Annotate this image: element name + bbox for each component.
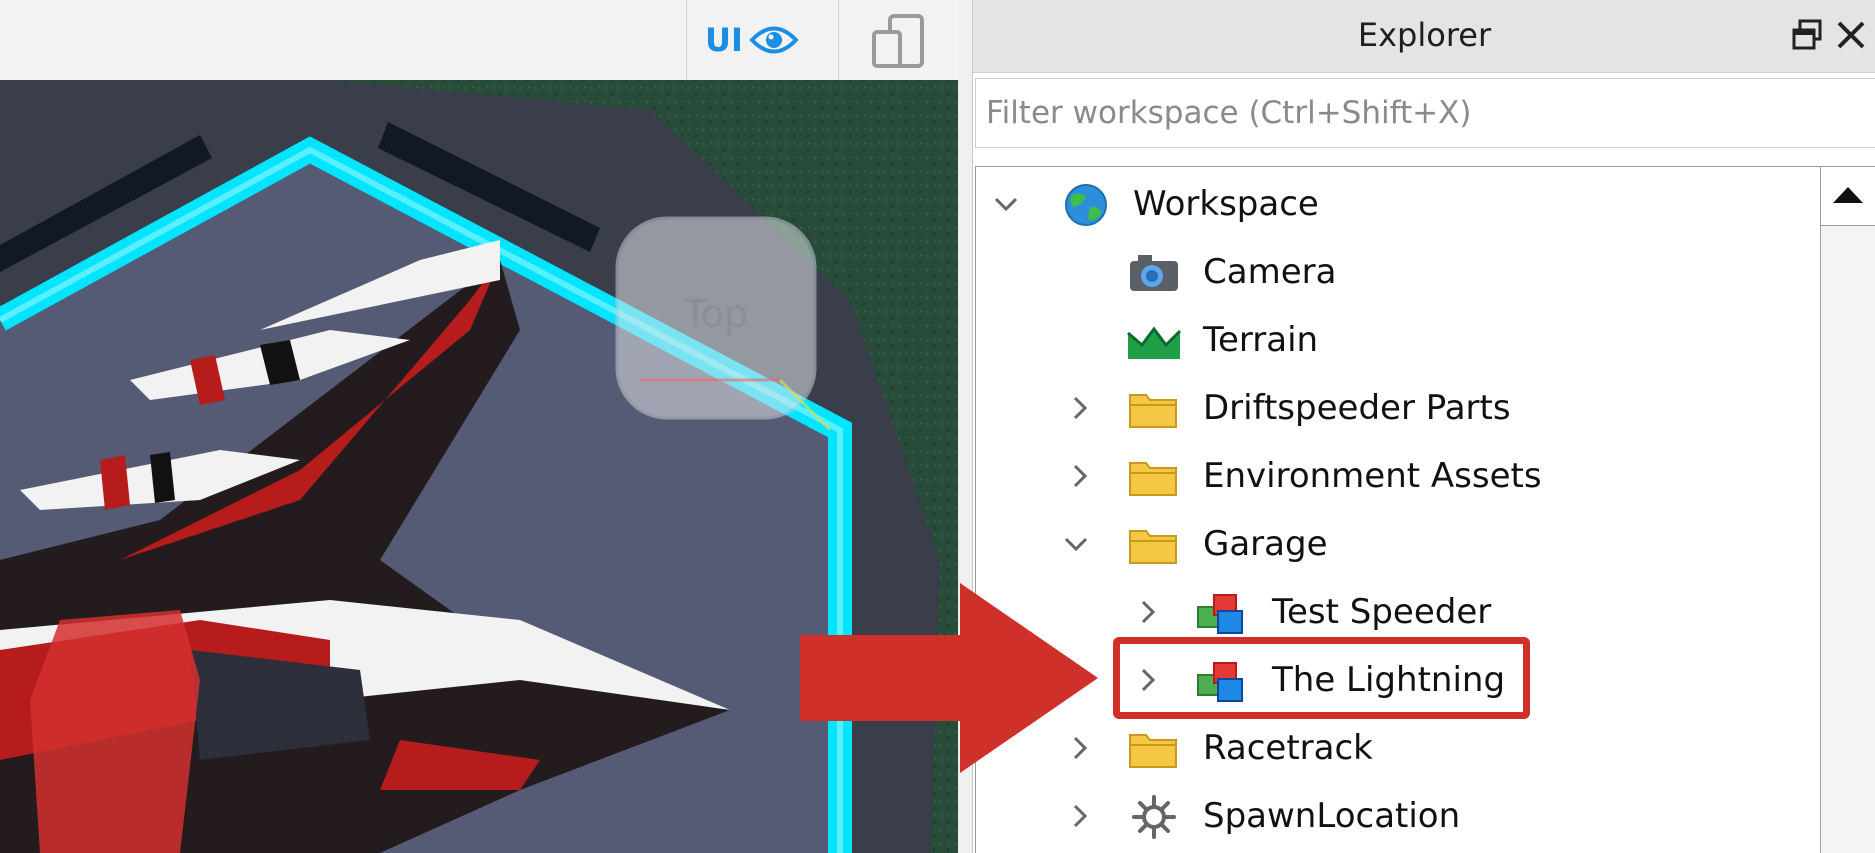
explorer-header: Explorer: [973, 0, 1875, 73]
viewport-toolbar: UI: [0, 0, 958, 81]
explorer-panel: Explorer Filter workspace (Ctrl+Shift+X)…: [972, 0, 1875, 853]
caret-up-icon: [1833, 187, 1863, 203]
tree-item-label: Camera: [1203, 252, 1337, 292]
chevron-down-icon[interactable]: [1060, 528, 1092, 560]
dock-window-button[interactable]: [1790, 18, 1824, 52]
tree-item-label: Driftspeeder Parts: [1203, 388, 1511, 428]
tree-item-garage[interactable]: Garage: [976, 513, 1821, 575]
folder-icon: [1129, 734, 1177, 768]
toolbar-divider: [686, 0, 687, 80]
viewport-scene[interactable]: Top: [0, 80, 958, 853]
model-icon: [1197, 594, 1243, 634]
model-icon: [1197, 662, 1243, 702]
tree-item-test-speeder[interactable]: Test Speeder: [976, 581, 1821, 643]
tree-item-label: Environment Assets: [1203, 456, 1542, 496]
toolbar-divider: [838, 0, 839, 80]
tree-item-label: The Lightning: [1272, 660, 1506, 700]
folder-icon: [1129, 530, 1177, 564]
filter-box: [975, 78, 1875, 148]
ui-toggle-label: UI: [705, 21, 743, 59]
device-emulator-button[interactable]: [868, 12, 928, 70]
3d-viewport[interactable]: UI Top: [0, 0, 958, 853]
ui-visibility-toggle[interactable]: UI: [705, 18, 815, 62]
folder-icon: [1129, 462, 1177, 496]
dock-window-icon: [1792, 19, 1822, 50]
tree-item-terrain[interactable]: Terrain: [976, 309, 1821, 371]
tree-item-environment-assets[interactable]: Environment Assets: [976, 445, 1821, 507]
tree-item-label: Test Speeder: [1272, 592, 1492, 632]
scroll-up-button[interactable]: [1821, 167, 1875, 226]
tree-item-spawnlocation[interactable]: SpawnLocation: [976, 785, 1821, 847]
spawn-location-icon: [1132, 795, 1176, 839]
tree-item-label: Workspace: [1133, 184, 1319, 224]
chevron-right-icon[interactable]: [1064, 392, 1096, 424]
close-icon: [1837, 21, 1865, 49]
folder-icon: [1129, 394, 1177, 428]
chevron-right-icon[interactable]: [1064, 732, 1096, 764]
chevron-right-icon[interactable]: [1132, 596, 1164, 628]
tree-item-label: Racetrack: [1203, 728, 1373, 768]
vertical-scrollbar[interactable]: [1820, 167, 1875, 853]
tree-item-label: Garage: [1203, 524, 1328, 564]
chevron-right-icon[interactable]: [1132, 664, 1164, 696]
close-button[interactable]: [1832, 16, 1870, 54]
tree-item-label: SpawnLocation: [1203, 796, 1461, 836]
terrain-icon: [1127, 326, 1182, 359]
tree-item-racetrack[interactable]: Racetrack: [976, 717, 1821, 779]
workspace-globe-icon: [1065, 184, 1107, 226]
tree-item-workspace[interactable]: Workspace: [976, 173, 1821, 235]
tree-item-driftspeeder-parts[interactable]: Driftspeeder Parts: [976, 377, 1821, 439]
eye-icon: [749, 26, 799, 54]
tree-item-the-lightning[interactable]: The Lightning: [976, 649, 1821, 711]
chevron-right-icon[interactable]: [1064, 800, 1096, 832]
camera-icon: [1130, 255, 1178, 291]
view-cube[interactable]: Top: [615, 216, 832, 432]
device-emulator-icon: [872, 14, 924, 68]
chevron-down-icon[interactable]: [990, 188, 1022, 220]
view-cube-label: Top: [683, 292, 748, 336]
explorer-tree-container: Workspace Camera Terrain Driftspeeder Pa…: [975, 166, 1875, 853]
tree-item-label: Terrain: [1203, 320, 1319, 360]
tree-item-camera[interactable]: Camera: [976, 241, 1821, 303]
filter-workspace-input[interactable]: [976, 79, 1875, 147]
explorer-title: Explorer: [1357, 16, 1492, 54]
chevron-right-icon[interactable]: [1064, 460, 1096, 492]
